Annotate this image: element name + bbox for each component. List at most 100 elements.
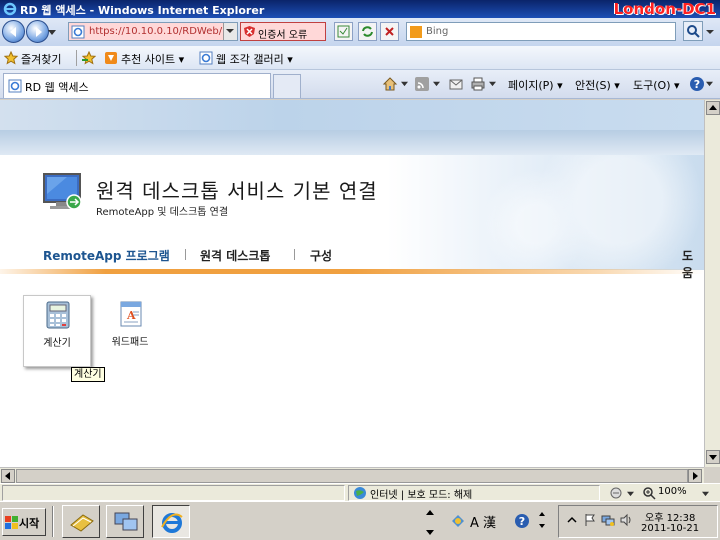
windows-logo-icon [5,516,18,529]
page-menu[interactable]: 페이지(P) ▾ [508,77,563,93]
scrollbar-corner [704,467,720,483]
favorites-button[interactable]: 즐겨찾기 [21,51,61,67]
stop-button[interactable] [380,22,399,41]
close-icon [385,27,394,36]
nav-separator [185,249,186,260]
read-mail-icon[interactable] [448,76,464,92]
chevron-down-icon[interactable] [702,490,709,497]
app-label: 계산기 [43,338,71,349]
horizontal-scrollbar[interactable] [0,467,704,483]
nav-remoteapp-programs[interactable]: RemoteApp 프로그램 [43,247,170,264]
address-url: https://10.10.0.10/RDWeb/ [89,26,223,37]
web-slice-icon [199,51,213,65]
page-title: 원격 데스크톱 서비스 기본 연결 [96,179,378,203]
scroll-up-button[interactable] [706,101,720,115]
page-icon [71,25,85,39]
nav-help[interactable]: 도움 [682,247,704,281]
zoom-level[interactable]: 100% [658,486,687,497]
certificate-error-button[interactable]: 인증서 오류 [240,22,326,41]
wordpad-icon: A [120,301,142,327]
safety-menu[interactable]: 안전(S) ▾ [575,77,620,93]
system-tray: 오후 12:38 2011-10-21 [558,505,718,538]
refresh-icon [362,26,373,37]
header-banner [0,100,704,155]
shield-error-icon [244,26,255,37]
forward-button[interactable] [26,20,49,43]
taskbar-scroll[interactable] [424,505,436,538]
ie-logo-icon [3,2,17,16]
internet-zone-icon [354,487,366,499]
clock-date[interactable]: 2011-10-21 [641,523,699,534]
arrow-down-icon [709,455,717,460]
address-toolbar: https://10.10.0.10/RDWeb/ 인증서 오류 Bing [0,18,720,46]
scroll-thumb[interactable] [16,469,688,483]
chevron-down-icon[interactable] [433,80,440,87]
language-bar-icon[interactable] [450,513,466,529]
status-main-cell [2,485,345,501]
search-button[interactable] [683,21,703,41]
calculator-icon [46,301,70,329]
taskbar-internet-explorer[interactable] [152,505,190,538]
tab-label: RD 웹 액세스 [25,81,89,94]
app-tile-wordpad[interactable]: A 워드패드 [96,295,164,367]
language-options-icon[interactable] [538,510,546,532]
search-options-dropdown-icon[interactable] [704,21,716,41]
server-manager-icon [70,514,94,532]
start-button[interactable]: 시작 [2,508,46,536]
taskbar-server-manager[interactable] [62,505,100,538]
chevron-down-icon[interactable] [627,490,634,497]
popup-blocker-icon[interactable] [609,486,623,500]
new-tab-button[interactable] [273,74,301,98]
ime-indicator[interactable]: A 漢 [470,512,496,531]
scroll-left-button[interactable] [1,469,15,483]
nav-configuration[interactable]: 구성 [310,247,332,264]
compatibility-view-button[interactable] [334,22,353,41]
bing-icon [410,26,422,38]
nav-remote-desktop[interactable]: 원격 데스크톱 [200,247,270,264]
home-icon[interactable] [382,76,398,92]
machine-label: London-DC1 [613,0,716,18]
remote-desktop-logo-icon [43,173,82,210]
scroll-right-button[interactable] [688,469,702,483]
address-field[interactable]: https://10.10.0.10/RDWeb/ [68,22,238,41]
arrow-down-icon[interactable] [424,524,436,540]
action-center-flag-icon[interactable] [583,513,597,527]
feeds-icon[interactable] [414,76,430,92]
chevron-down-icon[interactable] [489,80,496,87]
window-title-bar[interactable]: RD 웹 액세스 - Windows Internet Explorer Lon… [0,0,720,18]
suggested-sites-link[interactable]: 추천 사이트 ▾ [121,51,184,67]
help-icon[interactable]: ? [689,76,705,92]
web-slice-gallery-link[interactable]: 웹 조각 갤러리 ▾ [216,51,293,67]
app-tile-calculator[interactable]: 계산기 [23,295,91,367]
tab-rd-web-access[interactable]: RD 웹 액세스 [3,73,271,98]
search-icon [687,25,700,38]
print-icon[interactable] [470,76,486,92]
arrow-up-icon[interactable] [424,505,436,521]
clock-time[interactable]: 오후 12:38 [645,509,695,524]
scroll-down-button[interactable] [706,450,720,464]
vertical-scrollbar[interactable] [704,100,720,467]
search-input[interactable]: Bing [406,22,676,41]
show-hidden-icons-icon[interactable] [567,515,577,525]
page-subtitle: RemoteApp 및 데스크톱 연결 [96,207,229,218]
start-label: 시작 [19,517,40,530]
page-icon [8,79,22,93]
nav-history-dropdown-icon[interactable] [48,28,56,36]
add-favorite-icon[interactable] [82,51,96,65]
taskbar-remote-connections[interactable] [106,505,144,538]
chevron-down-icon[interactable] [401,80,408,87]
chevron-down-icon[interactable] [706,80,713,87]
address-dropdown-button[interactable] [223,23,237,40]
nav-separator [294,249,295,260]
tools-menu[interactable]: 도구(O) ▾ [633,77,680,93]
page-nav: RemoteApp 프로그램 원격 데스크톱 구성 도움 [0,237,704,280]
network-icon[interactable] [601,513,615,527]
volume-icon[interactable] [619,513,633,527]
svg-text:?: ? [694,78,700,91]
app-label: 워드패드 [111,337,149,348]
tab-bar: RD 웹 액세스 페이지(P) ▾ 안전(S) ▾ 도구(O) ▾ ? [0,70,720,99]
help-icon[interactable]: ? [514,513,530,529]
back-button[interactable] [2,20,25,43]
status-bar: 인터넷 | 보호 모드: 해제 100% [0,483,720,501]
refresh-button[interactable] [358,22,377,41]
